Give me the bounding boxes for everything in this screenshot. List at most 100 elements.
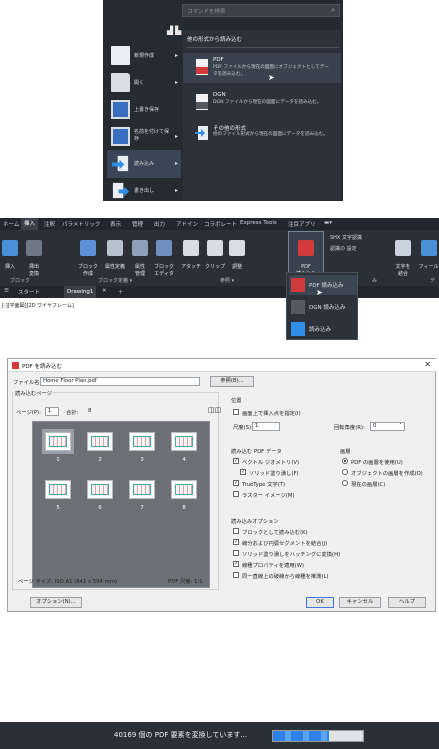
- shx-text-recognition-button[interactable]: SHX 文字認識: [330, 234, 362, 241]
- define-attributes-button[interactable]: 属性定義: [103, 233, 127, 271]
- submenu-header: 他の形式から読み込む: [187, 37, 243, 43]
- page-thumbnail[interactable]: [45, 480, 71, 499]
- panel-label-reference[interactable]: 参照 ▾: [220, 277, 234, 284]
- scale-label: 尺度(S):: [233, 425, 253, 431]
- menu-item-new[interactable]: 新規作成 ▸: [107, 42, 181, 70]
- use-pdf-layers-radio[interactable]: [342, 458, 348, 464]
- create-block-icon: [80, 239, 96, 256]
- block-editor-button[interactable]: ブロック エディタ: [151, 233, 177, 277]
- page-field[interactable]: 1: [45, 407, 59, 416]
- tab-drawing1[interactable]: Drawing1: [64, 286, 97, 298]
- menu-item-import[interactable]: 読み込み ▸: [107, 150, 181, 178]
- page-thumbnail[interactable]: [171, 432, 197, 451]
- viewport-controls-label[interactable]: [-][平面図][2D ワイヤフレーム]: [2, 302, 74, 309]
- recognition-settings-button[interactable]: 認識の 設定: [330, 245, 357, 252]
- search-placeholder: コマンドを検索: [187, 9, 226, 15]
- insert-button[interactable]: 挿入: [1, 233, 19, 271]
- ok-button[interactable]: OK: [306, 597, 334, 608]
- submenu-item-other[interactable]: その他の形式 他のファイル形式から現在の図面にデータを読み込む。: [183, 120, 341, 150]
- close-tab-icon[interactable]: ✕: [102, 288, 107, 294]
- save-icon: [111, 100, 130, 119]
- tab-annotate[interactable]: 注釈: [44, 220, 55, 228]
- thumbnail-size-toggle-icon[interactable]: ◫◫: [208, 406, 221, 414]
- layers-group-label: 画層: [340, 449, 351, 455]
- clip-button[interactable]: クリップ: [204, 233, 226, 271]
- panel-label-block-definition[interactable]: ブロック定義 ▾: [98, 277, 132, 284]
- dropdown-item-label: DGN 読み込み: [309, 305, 346, 311]
- create-object-layers-radio[interactable]: [342, 469, 348, 475]
- tab-view[interactable]: 表示: [110, 220, 121, 228]
- ribbon: ホーム 挿入 注釈 パラメトリック 表示 管理 出力 アドイン コラボレート E…: [0, 218, 439, 286]
- rotation-label: 回転角度(R):: [334, 425, 365, 431]
- specify-on-screen-checkbox[interactable]: [233, 409, 239, 415]
- rotation-field[interactable]: 0 ˅: [370, 422, 405, 431]
- scale-field[interactable]: 1: [252, 422, 280, 431]
- tab-parametric[interactable]: パラメトリック: [62, 220, 100, 228]
- join-segments-checkbox[interactable]: ✓: [233, 539, 239, 545]
- dropdown-item-import[interactable]: 読み込み: [289, 319, 357, 339]
- attach-button[interactable]: アタッチ: [180, 233, 202, 271]
- menu-item-save-as[interactable]: 名前を付けて保存 ▸: [107, 123, 181, 151]
- adjust-button[interactable]: 調整: [228, 233, 246, 271]
- combine-text-button[interactable]: 文字を 結合: [392, 233, 414, 277]
- truetype-text-checkbox[interactable]: ✓: [233, 480, 239, 486]
- rotation-value: 0: [373, 423, 377, 429]
- current-layer-radio[interactable]: [342, 480, 348, 486]
- field-button[interactable]: フィール: [418, 233, 439, 271]
- thumbnail-preview: [91, 436, 109, 447]
- new-file-icon: [111, 46, 130, 65]
- pdf-import-ribbon-button[interactable]: PDF 読み込み: [291, 233, 321, 277]
- join-segments-label: 線分および円弧セグメントを結合(J): [242, 541, 328, 547]
- tab-start[interactable]: スタート: [18, 288, 40, 296]
- submenu-item-dgn[interactable]: DGN DGN ファイルから現在の図面にデータを読み込む。: [183, 88, 341, 118]
- page-thumbnail[interactable]: [129, 432, 155, 451]
- command-search-input[interactable]: コマンドを検索 ⌕: [182, 4, 340, 17]
- submenu-item-pdf[interactable]: PDF PDF ファイルから現在の図面にオブジェクトとしてデータを読み込む。: [183, 53, 341, 83]
- tab-output[interactable]: 出力: [154, 220, 165, 228]
- menu-item-open[interactable]: 開く ▸: [107, 69, 181, 97]
- file-name-field[interactable]: Home Floor Plan.pdf: [40, 377, 200, 386]
- options-button[interactable]: オプション(N)...: [30, 597, 82, 608]
- cancel-button[interactable]: キャンセル: [339, 597, 381, 608]
- help-button[interactable]: ヘルプ: [388, 597, 426, 608]
- apply-lineweight-checkbox[interactable]: ✓: [233, 561, 239, 567]
- import-as-block-label: ブロックとして読み込む(K): [242, 530, 308, 536]
- button-label: 挿入: [4, 264, 15, 270]
- browse-button[interactable]: 参照(B)...: [210, 376, 254, 387]
- menu-item-export[interactable]: 書き出し ▸: [107, 177, 181, 205]
- solid-fill-label: ソリッド塗り潰し(F): [249, 471, 299, 477]
- infer-linetypes-checkbox[interactable]: [233, 572, 239, 578]
- page-thumbnail[interactable]: [87, 432, 113, 451]
- create-block-button[interactable]: ブロック 作成: [75, 233, 101, 277]
- menu-item-save[interactable]: 上書き保存: [107, 96, 181, 124]
- new-tab-icon[interactable]: ＋: [118, 288, 124, 296]
- import-as-block-checkbox[interactable]: [233, 528, 239, 534]
- import-icon: [291, 322, 305, 336]
- application-menu: コマンドを検索 ⌕ ▟▙ 新規作成 ▸ 開く ▸ 上書き保存 名前を付けて保存 …: [103, 0, 343, 201]
- page-number: 1: [56, 457, 60, 463]
- raster-images-checkbox[interactable]: [233, 491, 239, 497]
- search-icon[interactable]: ⌕: [331, 6, 335, 15]
- vector-geometry-checkbox[interactable]: ✓: [233, 458, 239, 464]
- tab-manage[interactable]: 管理: [132, 220, 143, 228]
- menu-hamburger-icon[interactable]: ☰: [4, 288, 9, 294]
- recent-documents-icon[interactable]: ▟▙: [167, 26, 183, 35]
- solid-fill-checkbox[interactable]: ✓: [240, 469, 246, 475]
- page-thumbnail[interactable]: [129, 480, 155, 499]
- dropdown-item-dgn-import[interactable]: DGN 読み込み: [289, 297, 357, 317]
- page-thumbnail[interactable]: [87, 480, 113, 499]
- extract-convert-button[interactable]: 挿出 変換: [22, 233, 46, 277]
- tab-express-tools[interactable]: Express Tools: [240, 220, 277, 226]
- tab-addins[interactable]: アドイン: [176, 220, 198, 228]
- convert-fills-to-hatch-checkbox[interactable]: [233, 550, 239, 556]
- tab-home[interactable]: ホーム: [3, 220, 19, 228]
- page-thumbnail[interactable]: [171, 480, 197, 499]
- dropdown-item-pdf-import[interactable]: PDF 読み込み: [289, 275, 357, 295]
- tab-collaborate[interactable]: コラボレート: [204, 220, 237, 228]
- panel-toggle-icon[interactable]: ▬▾: [324, 220, 332, 226]
- tab-insert[interactable]: 挿入: [21, 218, 39, 230]
- close-icon[interactable]: ✕: [424, 360, 431, 369]
- page-thumbnail[interactable]: [42, 429, 74, 454]
- tab-featured-apps[interactable]: 注目アプリ: [288, 220, 316, 228]
- manage-attributes-button[interactable]: 属性 管理: [130, 233, 150, 277]
